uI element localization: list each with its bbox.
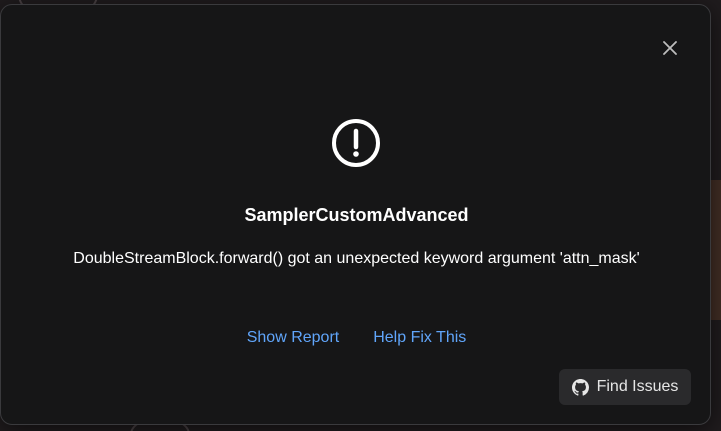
dialog-actions: Show Report Help Fix This (1, 329, 712, 347)
close-button[interactable] (657, 35, 683, 61)
alert-circle-icon (332, 119, 380, 167)
error-dialog: SamplerCustomAdvanced DoubleStreamBlock.… (0, 4, 711, 425)
error-message: DoubleStreamBlock.forward() got an unexp… (73, 250, 640, 267)
show-report-link[interactable]: Show Report (247, 329, 340, 347)
github-icon (571, 378, 589, 396)
close-icon (663, 41, 677, 55)
find-issues-label: Find Issues (596, 378, 679, 395)
help-fix-link[interactable]: Help Fix This (373, 329, 466, 347)
error-title: SamplerCustomAdvanced (244, 205, 469, 225)
find-issues-button[interactable]: Find Issues (559, 369, 691, 405)
